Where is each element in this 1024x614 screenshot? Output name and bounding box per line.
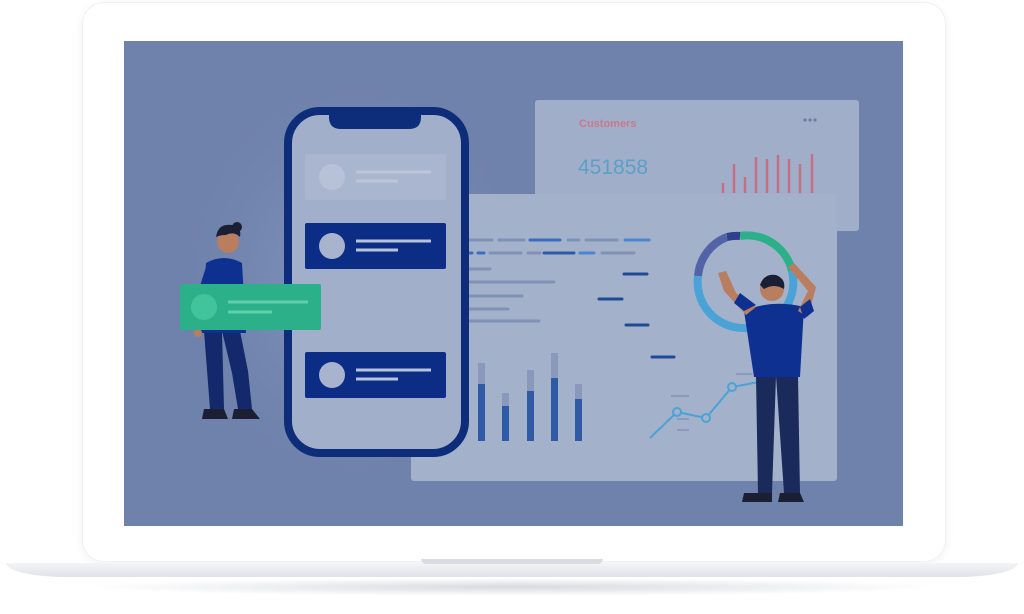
customers-label: Customers [579, 118, 636, 130]
phone-list-item[interactable] [305, 352, 446, 398]
phone-mockup [284, 107, 469, 457]
dashboard-illustration: Customers 451858 [164, 61, 859, 502]
more-horizontal-icon[interactable] [803, 118, 817, 122]
laptop-screen: Customers 451858 [124, 41, 903, 526]
phone-notch [329, 107, 421, 129]
phone-list-item[interactable] [305, 154, 446, 200]
phone-list-item[interactable] [305, 223, 446, 269]
customers-value: 451858 [578, 156, 648, 179]
laptop-base [6, 563, 1018, 577]
laptop-shadow [80, 578, 944, 596]
laptop-notch [421, 559, 603, 564]
